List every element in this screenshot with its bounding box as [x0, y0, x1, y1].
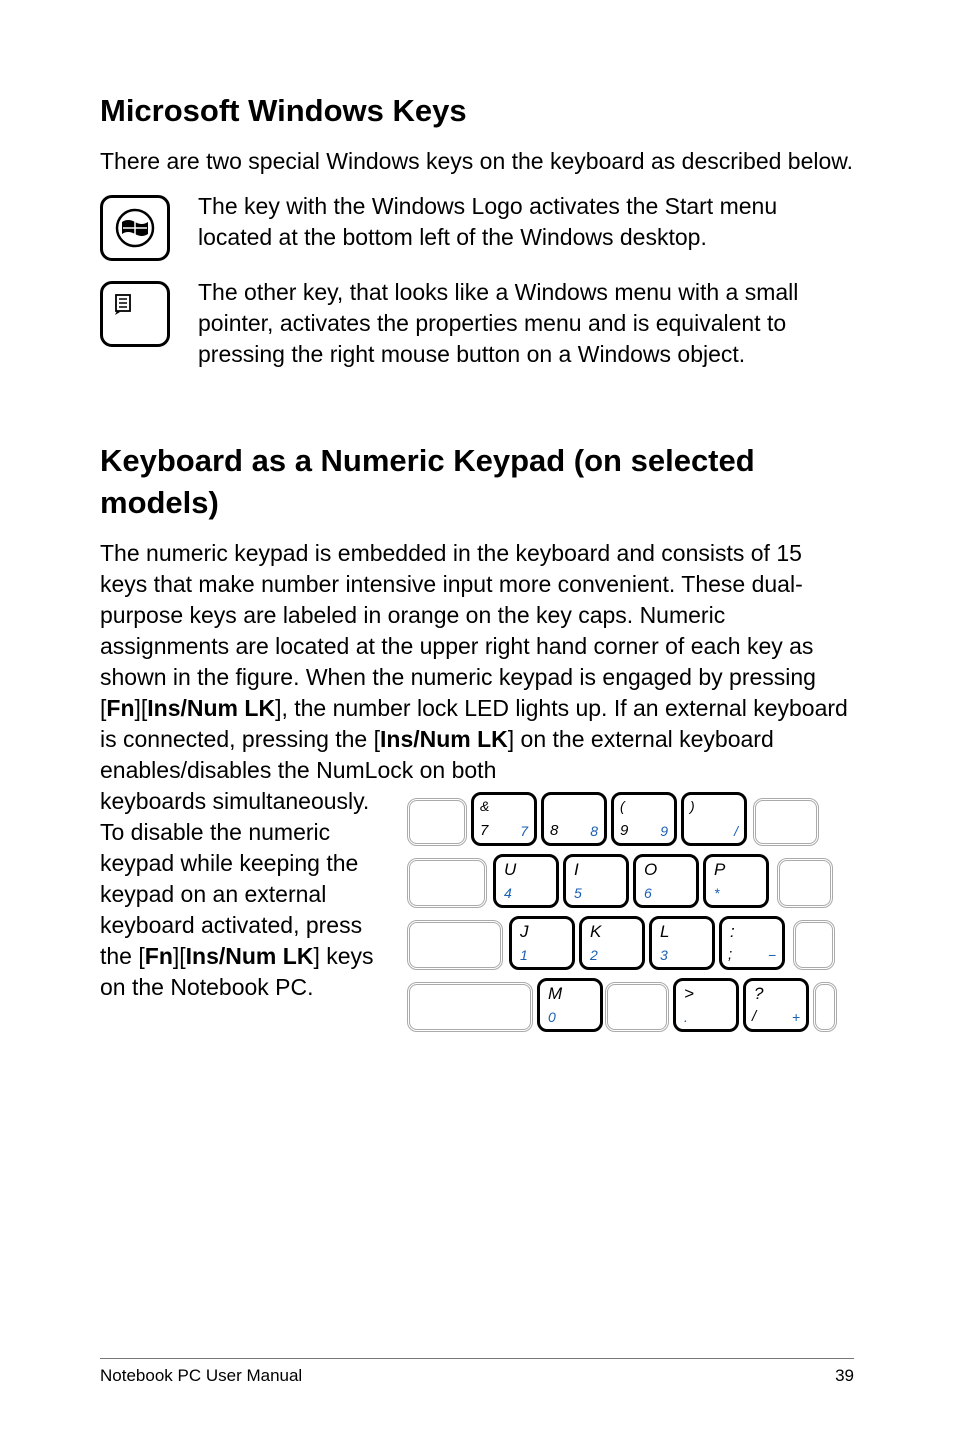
footer-page-number: 39 — [835, 1365, 854, 1388]
key-period-num: . — [684, 1008, 688, 1027]
key-7-num: 7 — [520, 822, 528, 841]
key-7-main: 7 — [480, 821, 488, 841]
key-j-num: 1 — [520, 946, 528, 965]
insnumlk-label-3: Ins/Num LK — [186, 943, 314, 969]
windows-logo-icon — [115, 208, 155, 248]
key-o-num: 6 — [644, 884, 652, 903]
section2-body: The numeric keypad is embedded in the ke… — [100, 538, 854, 1052]
key-0-sym: ) — [690, 797, 695, 816]
key-q-main: ? — [754, 983, 763, 1006]
key-period: > . — [673, 978, 739, 1032]
key-u-main: U — [504, 859, 516, 882]
key-k: K 2 — [579, 916, 645, 970]
key-semicolon-main: ; — [728, 945, 732, 965]
key-gt-main: > — [684, 983, 694, 1006]
key-j-main: J — [520, 921, 529, 944]
key-l-num: 3 — [660, 946, 668, 965]
key-i-num: 5 — [574, 884, 582, 903]
key-p-main: P — [714, 859, 725, 882]
windows-logo-desc: The key with the Windows Logo activates … — [198, 191, 854, 253]
sec2-sep1: ][ — [135, 695, 148, 721]
key-slash: ? / + — [743, 978, 809, 1032]
key-p: P * — [703, 854, 769, 908]
key-o-main: O — [644, 859, 657, 882]
menu-key-desc: The other key, that looks like a Windows… — [198, 277, 854, 370]
key-slash-main: / — [752, 1007, 756, 1027]
fn-key-label-2: Fn — [145, 943, 173, 969]
key-plus-num: + — [792, 1008, 800, 1027]
windows-logo-keycap — [100, 195, 170, 261]
key-i-main: I — [574, 859, 579, 882]
menu-key-icon — [115, 294, 135, 316]
key-9: ( 9 9 — [611, 792, 677, 846]
sec2-left-column: keyboards simultaneously. To disable the… — [100, 786, 390, 1003]
sec2-text-a: The numeric keypad is embedded in the ke… — [100, 540, 816, 721]
key-l-main: L — [660, 921, 669, 944]
key-m-num: 0 — [548, 1008, 556, 1027]
key-j: J 1 — [509, 916, 575, 970]
key-8-main: 8 — [550, 821, 558, 841]
key-k-main: K — [590, 921, 601, 944]
sec2-sep2: ][ — [173, 943, 186, 969]
key-colon-main: : — [730, 921, 735, 944]
key-u-num: 4 — [504, 884, 512, 903]
section2-heading: Keyboard as a Numeric Keypad (on selecte… — [100, 440, 854, 524]
insnumlk-label-2: Ins/Num LK — [380, 726, 508, 752]
insnumlk-label-1: Ins/Num LK — [147, 695, 275, 721]
section1-heading: Microsoft Windows Keys — [100, 90, 854, 132]
key-7-sym: & — [480, 797, 489, 816]
key-9-num: 9 — [660, 822, 668, 841]
key-o: O 6 — [633, 854, 699, 908]
key-m-main: M — [548, 983, 562, 1006]
key-i: I 5 — [563, 854, 629, 908]
menu-keycap — [100, 281, 170, 347]
key-l: L 3 — [649, 916, 715, 970]
key-8: 8 8 — [541, 792, 607, 846]
page-footer: Notebook PC User Manual 39 — [100, 1358, 854, 1388]
key-k-num: 2 — [590, 946, 598, 965]
key-semicolon: : ; − — [719, 916, 785, 970]
menu-key-row: The other key, that looks like a Windows… — [100, 277, 854, 370]
key-0-num: / — [734, 822, 738, 841]
windows-logo-key-row: The key with the Windows Logo activates … — [100, 191, 854, 261]
section1-intro: There are two special Windows keys on th… — [100, 146, 854, 177]
keypad-diagram: & 7 7 8 8 ( 9 9 ) / — [407, 792, 837, 1052]
key-minus-num: − — [768, 946, 776, 965]
key-m: M 0 — [537, 978, 603, 1032]
fn-key-label: Fn — [106, 695, 134, 721]
key-9-sym: ( — [620, 797, 625, 816]
key-0: ) / — [681, 792, 747, 846]
key-9-main: 9 — [620, 821, 628, 841]
footer-title: Notebook PC User Manual — [100, 1365, 302, 1388]
key-8-num: 8 — [590, 822, 598, 841]
key-p-num: * — [714, 884, 719, 903]
key-7: & 7 7 — [471, 792, 537, 846]
key-u: U 4 — [493, 854, 559, 908]
